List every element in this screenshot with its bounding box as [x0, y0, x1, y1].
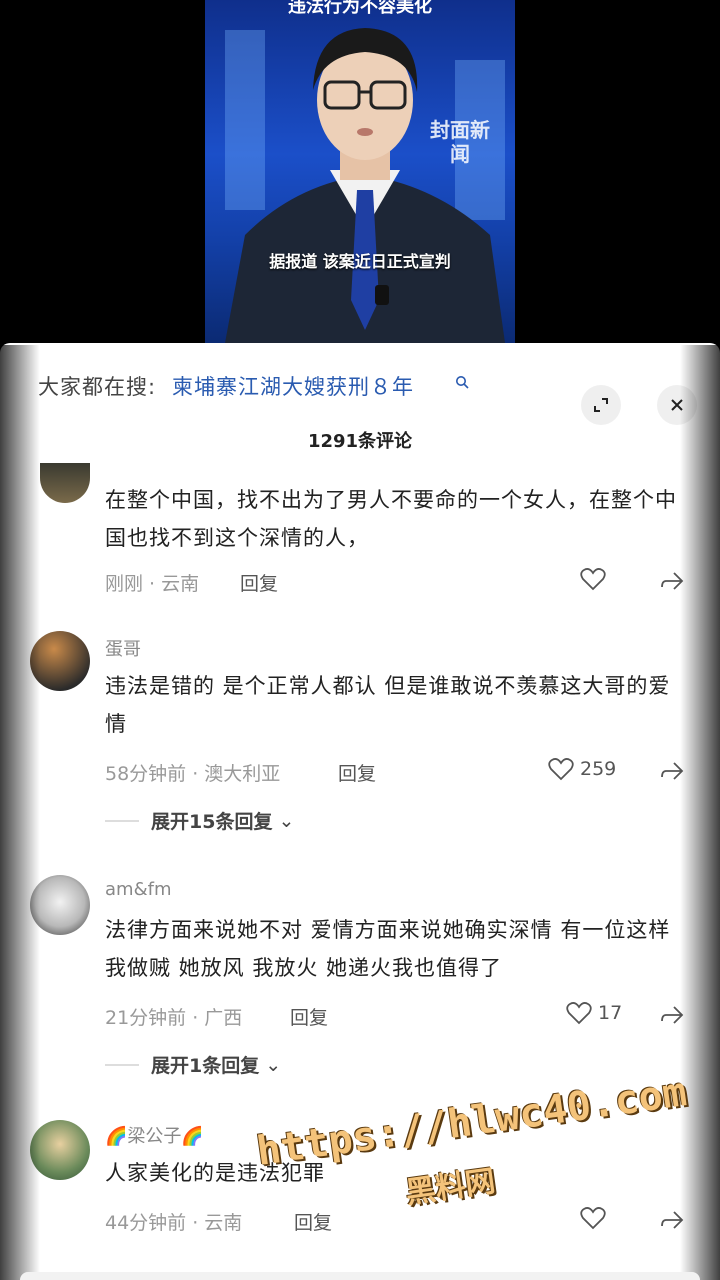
- heart-icon: [580, 1207, 606, 1230]
- comment-item: 在整个中国，找不出为了男人不要命的一个女人，在整个中国也找不到这个深情的人， 刚…: [0, 463, 720, 603]
- comment-meta: 刚刚 · 云南: [105, 573, 200, 595]
- video-subtitle: 据报道 该案近日正式宣判: [269, 252, 451, 271]
- reply-button[interactable]: 回复: [290, 1003, 328, 1030]
- heart-icon: [580, 568, 606, 591]
- trending-search-link[interactable]: 柬埔寨江湖大嫂获刑８年: [172, 371, 414, 401]
- comment-username[interactable]: 🌈梁公子🌈: [105, 1122, 204, 1148]
- comment-username[interactable]: am&fm: [105, 879, 171, 900]
- avatar[interactable]: [40, 463, 90, 503]
- expand-replies-label: 展开1条回复: [151, 1055, 260, 1077]
- like-count: 17: [598, 1002, 623, 1024]
- search-prefix-label: 大家都在搜:: [38, 375, 157, 399]
- like-button[interactable]: 259: [548, 757, 616, 781]
- like-button[interactable]: [580, 567, 606, 591]
- comment-username[interactable]: 蛋哥: [105, 635, 141, 661]
- divider: [105, 1063, 139, 1066]
- edge-shadow: [0, 345, 40, 1280]
- heart-icon: [566, 1002, 592, 1025]
- comment-item: 蛋哥 违法是错的 是个正常人都认 但是谁敢说不羡慕这大哥的爱情 58分钟前 · …: [0, 631, 720, 841]
- heart-icon: [548, 758, 574, 781]
- chevron-down-icon: ⌄: [278, 809, 295, 832]
- comment-meta: 44分钟前 · 云南: [105, 1212, 243, 1234]
- divider: [105, 819, 139, 822]
- video-player[interactable]: 违法行为不容美化 据报道 该案近日正式宣判 封面新闻: [0, 0, 720, 345]
- comment-text: 在整个中国，找不出为了男人不要命的一个女人，在整个中国也找不到这个深情的人，: [105, 488, 677, 550]
- expand-icon: [594, 398, 608, 412]
- video-frame[interactable]: 违法行为不容美化 据报道 该案近日正式宣判: [205, 0, 515, 343]
- comment-count: 1291条评论: [307, 431, 413, 452]
- comment-input-bar[interactable]: [20, 1272, 700, 1280]
- expand-replies-button[interactable]: 展开15条回复 ⌄: [105, 807, 294, 834]
- news-logo: 封面新闻: [430, 118, 490, 166]
- comment-meta: 58分钟前 · 澳大利亚: [105, 763, 281, 785]
- comment-item: am&fm 法律方面来说她不对 爱情方面来说她确实深情 有一位这样我做贼 她放风…: [0, 875, 720, 1085]
- expand-replies-label: 展开15条回复: [151, 811, 273, 833]
- like-button[interactable]: [580, 1206, 606, 1230]
- like-count: 259: [580, 758, 617, 780]
- comment-meta: 21分钟前 · 广西: [105, 1007, 243, 1029]
- news-anchor-image: [225, 28, 505, 343]
- reply-button[interactable]: 回复: [294, 1208, 332, 1235]
- reply-button[interactable]: 回复: [240, 569, 278, 596]
- chevron-down-icon: ⌄: [265, 1053, 282, 1076]
- like-button[interactable]: 17: [566, 1001, 622, 1025]
- comment-text: 法律方面来说她不对 爱情方面来说她确实深情 有一位这样我做贼 她放风 我放火 她…: [105, 918, 671, 980]
- fullscreen-expand-button[interactable]: [581, 385, 621, 425]
- reply-button[interactable]: 回复: [338, 759, 376, 786]
- search-icon[interactable]: [455, 375, 469, 389]
- edge-shadow: [680, 345, 720, 1280]
- trending-search-row[interactable]: 大家都在搜: 柬埔寨江湖大嫂获刑８年: [0, 363, 720, 425]
- comment-text: 人家美化的是违法犯罪: [105, 1161, 325, 1185]
- comment-text: 违法是错的 是个正常人都认 但是谁敢说不羡慕这大哥的爱情: [105, 674, 671, 736]
- expand-replies-button[interactable]: 展开1条回复 ⌄: [105, 1051, 281, 1078]
